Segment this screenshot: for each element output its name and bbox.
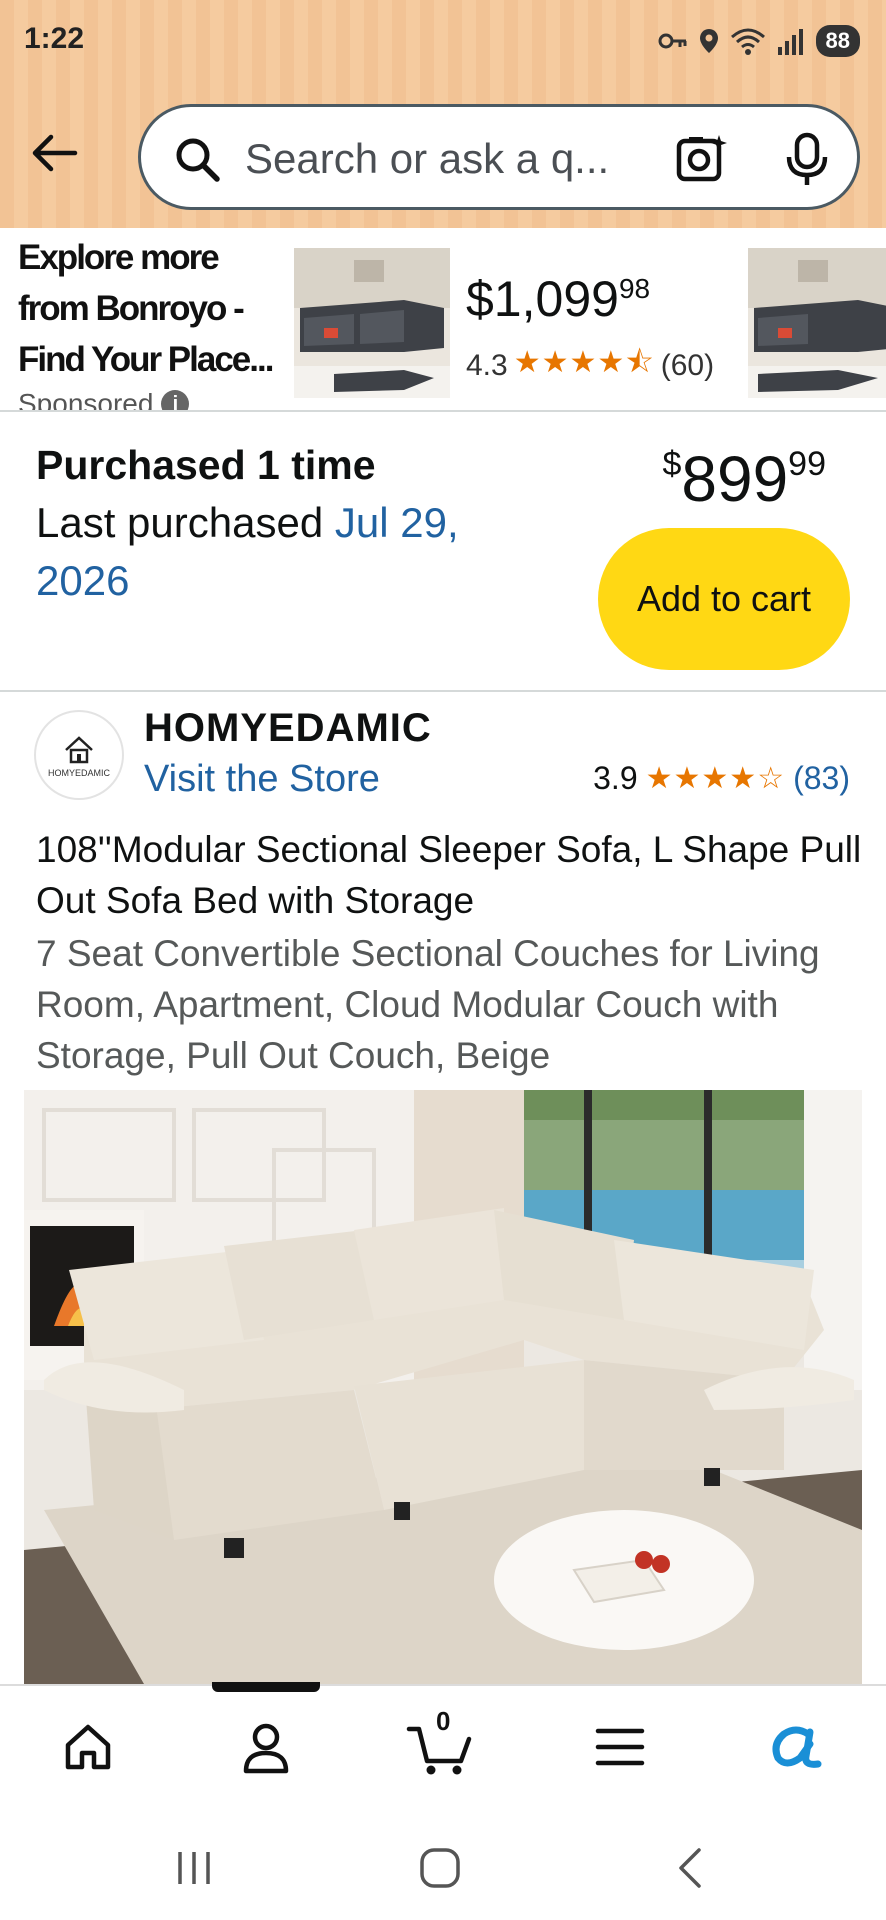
recent-apps-icon bbox=[178, 1852, 210, 1884]
location-icon bbox=[699, 29, 718, 53]
product-subtitle: 7 Seat Convertible Sectional Couches for… bbox=[36, 933, 820, 1076]
search-placeholder: Search or ask a q... bbox=[245, 135, 610, 182]
status-icons: 88 bbox=[658, 24, 860, 58]
purchase-count: Purchased 1 time bbox=[36, 442, 376, 488]
visit-store-link[interactable]: Visit the Store bbox=[144, 758, 380, 801]
nav-home[interactable] bbox=[48, 1712, 128, 1782]
app-header: 1:22 88 Search or ask a q... bbox=[0, 0, 886, 228]
info-icon[interactable]: i bbox=[161, 390, 190, 410]
review-count[interactable]: (83) bbox=[793, 760, 850, 797]
product-rating[interactable]: 3.9 ★★★★☆ (83) bbox=[593, 760, 850, 797]
last-purchased: Last purchased Jul 29, 2026 bbox=[36, 499, 459, 604]
store-logo[interactable]: HOMYEDAMIC bbox=[34, 710, 124, 800]
sponsored-label[interactable]: Sponsored i bbox=[18, 388, 190, 410]
nav-rufus[interactable] bbox=[756, 1712, 836, 1782]
store-name[interactable]: HOMYEDAMIC bbox=[144, 706, 432, 751]
nav-account[interactable] bbox=[226, 1712, 306, 1782]
sponsored-headline[interactable]: Explore more from Bonroyo - Find Your Pl… bbox=[18, 232, 278, 385]
key-icon bbox=[658, 33, 687, 49]
search-icon bbox=[176, 138, 220, 182]
arrow-left-icon bbox=[32, 134, 78, 172]
sponsored-product-image-2[interactable] bbox=[748, 248, 886, 398]
search-input[interactable]: Search or ask a q... bbox=[138, 104, 860, 210]
sponsored-product-image[interactable] bbox=[294, 248, 450, 398]
camera-lens-icon[interactable] bbox=[673, 131, 729, 187]
nav-menu[interactable] bbox=[580, 1712, 660, 1782]
home-icon bbox=[65, 1724, 111, 1770]
product-title: 108''Modular Sectional Sleeper Sofa, L S… bbox=[36, 829, 862, 921]
chevron-left-icon bbox=[679, 1848, 701, 1888]
account-icon bbox=[243, 1723, 289, 1774]
status-time: 1:22 bbox=[24, 22, 85, 55]
sponsored-carousel[interactable]: Explore more from Bonroyo - Find Your Pl… bbox=[0, 228, 886, 410]
menu-icon bbox=[595, 1728, 645, 1766]
system-navigation-bar bbox=[0, 1808, 886, 1920]
back-nav-button[interactable] bbox=[650, 1838, 730, 1898]
microphone-icon[interactable] bbox=[783, 131, 831, 187]
divider bbox=[0, 690, 886, 692]
circle-home-icon bbox=[420, 1848, 460, 1888]
house-tree-icon bbox=[65, 736, 93, 764]
add-to-cart-button[interactable]: Add to cart bbox=[598, 528, 850, 670]
bottom-navigation: 0 bbox=[0, 1682, 886, 1808]
signal-icon bbox=[777, 29, 803, 55]
rufus-icon bbox=[772, 1726, 822, 1768]
nav-cart[interactable]: 0 bbox=[400, 1706, 480, 1782]
status-bar: 1:22 88 bbox=[0, 0, 886, 80]
cart-count-badge: 0 bbox=[436, 1706, 451, 1736]
divider bbox=[0, 410, 886, 412]
wifi-icon bbox=[730, 28, 765, 55]
recent-apps-button[interactable] bbox=[154, 1838, 234, 1898]
star-rating-icon: ★★★★☆ bbox=[645, 762, 786, 795]
sponsored-price[interactable]: $1,09998 bbox=[466, 270, 650, 328]
home-button[interactable] bbox=[400, 1838, 480, 1898]
sponsored-rating[interactable]: 4.3 ★★★★⯪ (60) bbox=[466, 340, 714, 391]
battery-indicator: 88 bbox=[815, 25, 860, 57]
product-image[interactable] bbox=[24, 1090, 862, 1684]
active-tab-indicator bbox=[212, 1682, 320, 1692]
star-rating-icon: ★★★★⯪ bbox=[513, 346, 655, 379]
back-button[interactable] bbox=[24, 128, 84, 178]
product-price: $89999 bbox=[662, 443, 826, 515]
